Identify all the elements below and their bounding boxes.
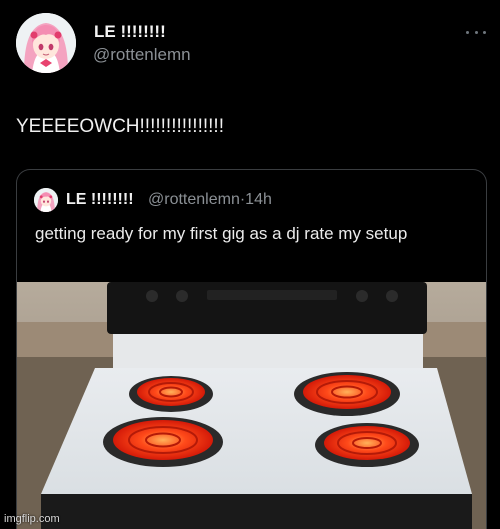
user-handle[interactable]: @rottenlemn xyxy=(93,45,191,65)
quoted-handle[interactable]: @rottenlemn xyxy=(148,191,240,208)
quoted-media-image[interactable] xyxy=(17,282,486,529)
quoted-tweet[interactable]: LE !!!!!!!! @rottenlemn·14h getting read… xyxy=(16,169,487,529)
tweet-text: YEEEEOWCH!!!!!!!!!!!!!!!! xyxy=(16,116,224,137)
quoted-timestamp[interactable]: 14h xyxy=(245,191,272,208)
display-name[interactable]: LE !!!!!!!! xyxy=(94,22,166,42)
anime-avatar-icon xyxy=(34,188,58,212)
avatar[interactable] xyxy=(16,13,76,73)
quoted-display-name[interactable]: LE !!!!!!!! xyxy=(66,191,134,209)
quoted-avatar[interactable] xyxy=(34,188,58,212)
more-options-icon[interactable] xyxy=(466,27,486,37)
quoted-tweet-text: getting ready for my first gig as a dj r… xyxy=(35,224,408,243)
stove-photo xyxy=(17,282,486,529)
tweet-card: LE !!!!!!!! @rottenlemn YEEEEOWCH!!!!!!!… xyxy=(0,0,500,529)
anime-avatar-icon xyxy=(16,13,76,73)
quoted-meta: @rottenlemn·14h xyxy=(148,191,272,209)
imgflip-watermark: imgflip.com xyxy=(4,513,60,525)
